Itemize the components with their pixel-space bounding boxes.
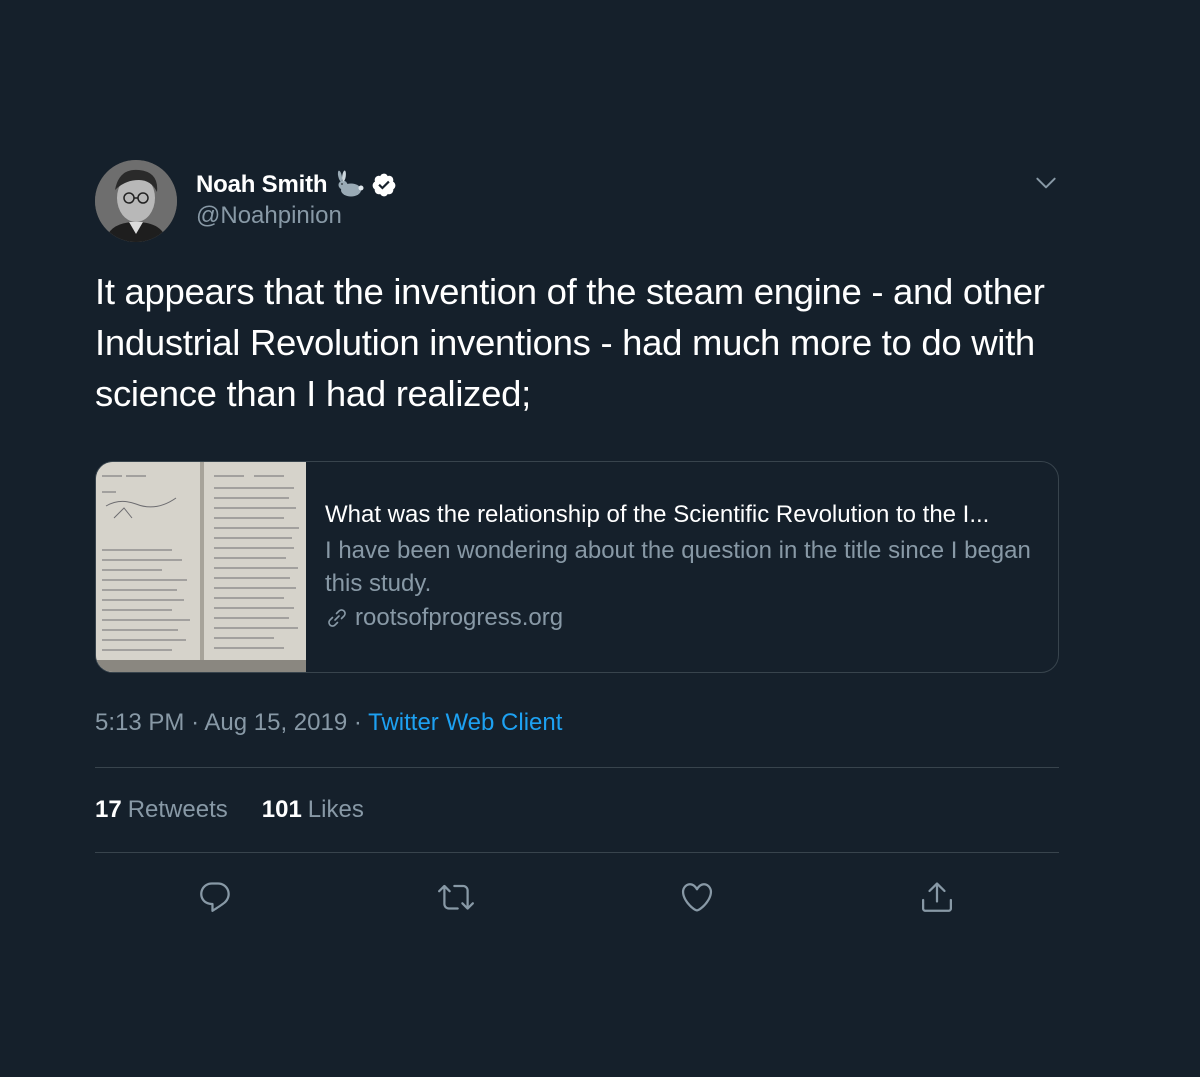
tweet-meta: 5:13 PM · Aug 15, 2019 · Twitter Web Cli… [95, 709, 1059, 743]
reply-icon[interactable] [197, 879, 233, 915]
retweets-label: Retweets [127, 796, 228, 823]
card-body: What was the relationship of the Scienti… [306, 462, 1037, 672]
card-thumbnail [96, 462, 306, 672]
likes-stat[interactable]: 101 Likes [262, 796, 364, 824]
avatar[interactable] [95, 160, 177, 242]
retweet-icon[interactable] [438, 879, 474, 915]
meta-separator: · [191, 709, 200, 736]
tweet-time[interactable]: 5:13 PM [95, 709, 184, 736]
display-name-row: Noah Smith [196, 168, 397, 202]
card-description: I have been wondering about the question… [325, 537, 1031, 597]
verified-icon [372, 173, 396, 197]
author-names[interactable]: Noah Smith @Noahpinion [196, 168, 397, 230]
link-icon [328, 609, 346, 627]
likes-label: Likes [307, 796, 364, 823]
rabbit-emoji-icon [338, 170, 364, 197]
card-title: What was the relationship of the Scienti… [325, 501, 990, 528]
tweet-date[interactable]: Aug 15, 2019 [204, 709, 347, 736]
caret-down-icon[interactable] [1033, 170, 1059, 196]
tweet: Noah Smith @Noahpinion It appears that t… [95, 160, 1059, 939]
retweets-count: 17 [95, 796, 122, 823]
retweets-stat[interactable]: 17 Retweets [95, 796, 228, 824]
action-bar [95, 853, 1059, 939]
meta-separator: · [353, 709, 362, 736]
author-handle[interactable]: @Noahpinion [196, 202, 397, 230]
tweet-stats: 17 Retweets 101 Likes [95, 768, 1059, 852]
card-domain-row: rootsofprogress.org [325, 604, 1037, 632]
share-icon[interactable] [919, 879, 955, 915]
link-card[interactable]: What was the relationship of the Scienti… [95, 461, 1059, 673]
display-name[interactable]: Noah Smith [196, 171, 328, 199]
tweet-header: Noah Smith @Noahpinion [95, 160, 1059, 244]
tweet-text: It appears that the invention of the ste… [95, 271, 1045, 414]
card-domain: rootsofprogress.org [355, 604, 564, 631]
tweet-source-link[interactable]: Twitter Web Client [368, 709, 562, 736]
likes-count: 101 [261, 796, 302, 823]
like-icon[interactable] [679, 879, 715, 915]
